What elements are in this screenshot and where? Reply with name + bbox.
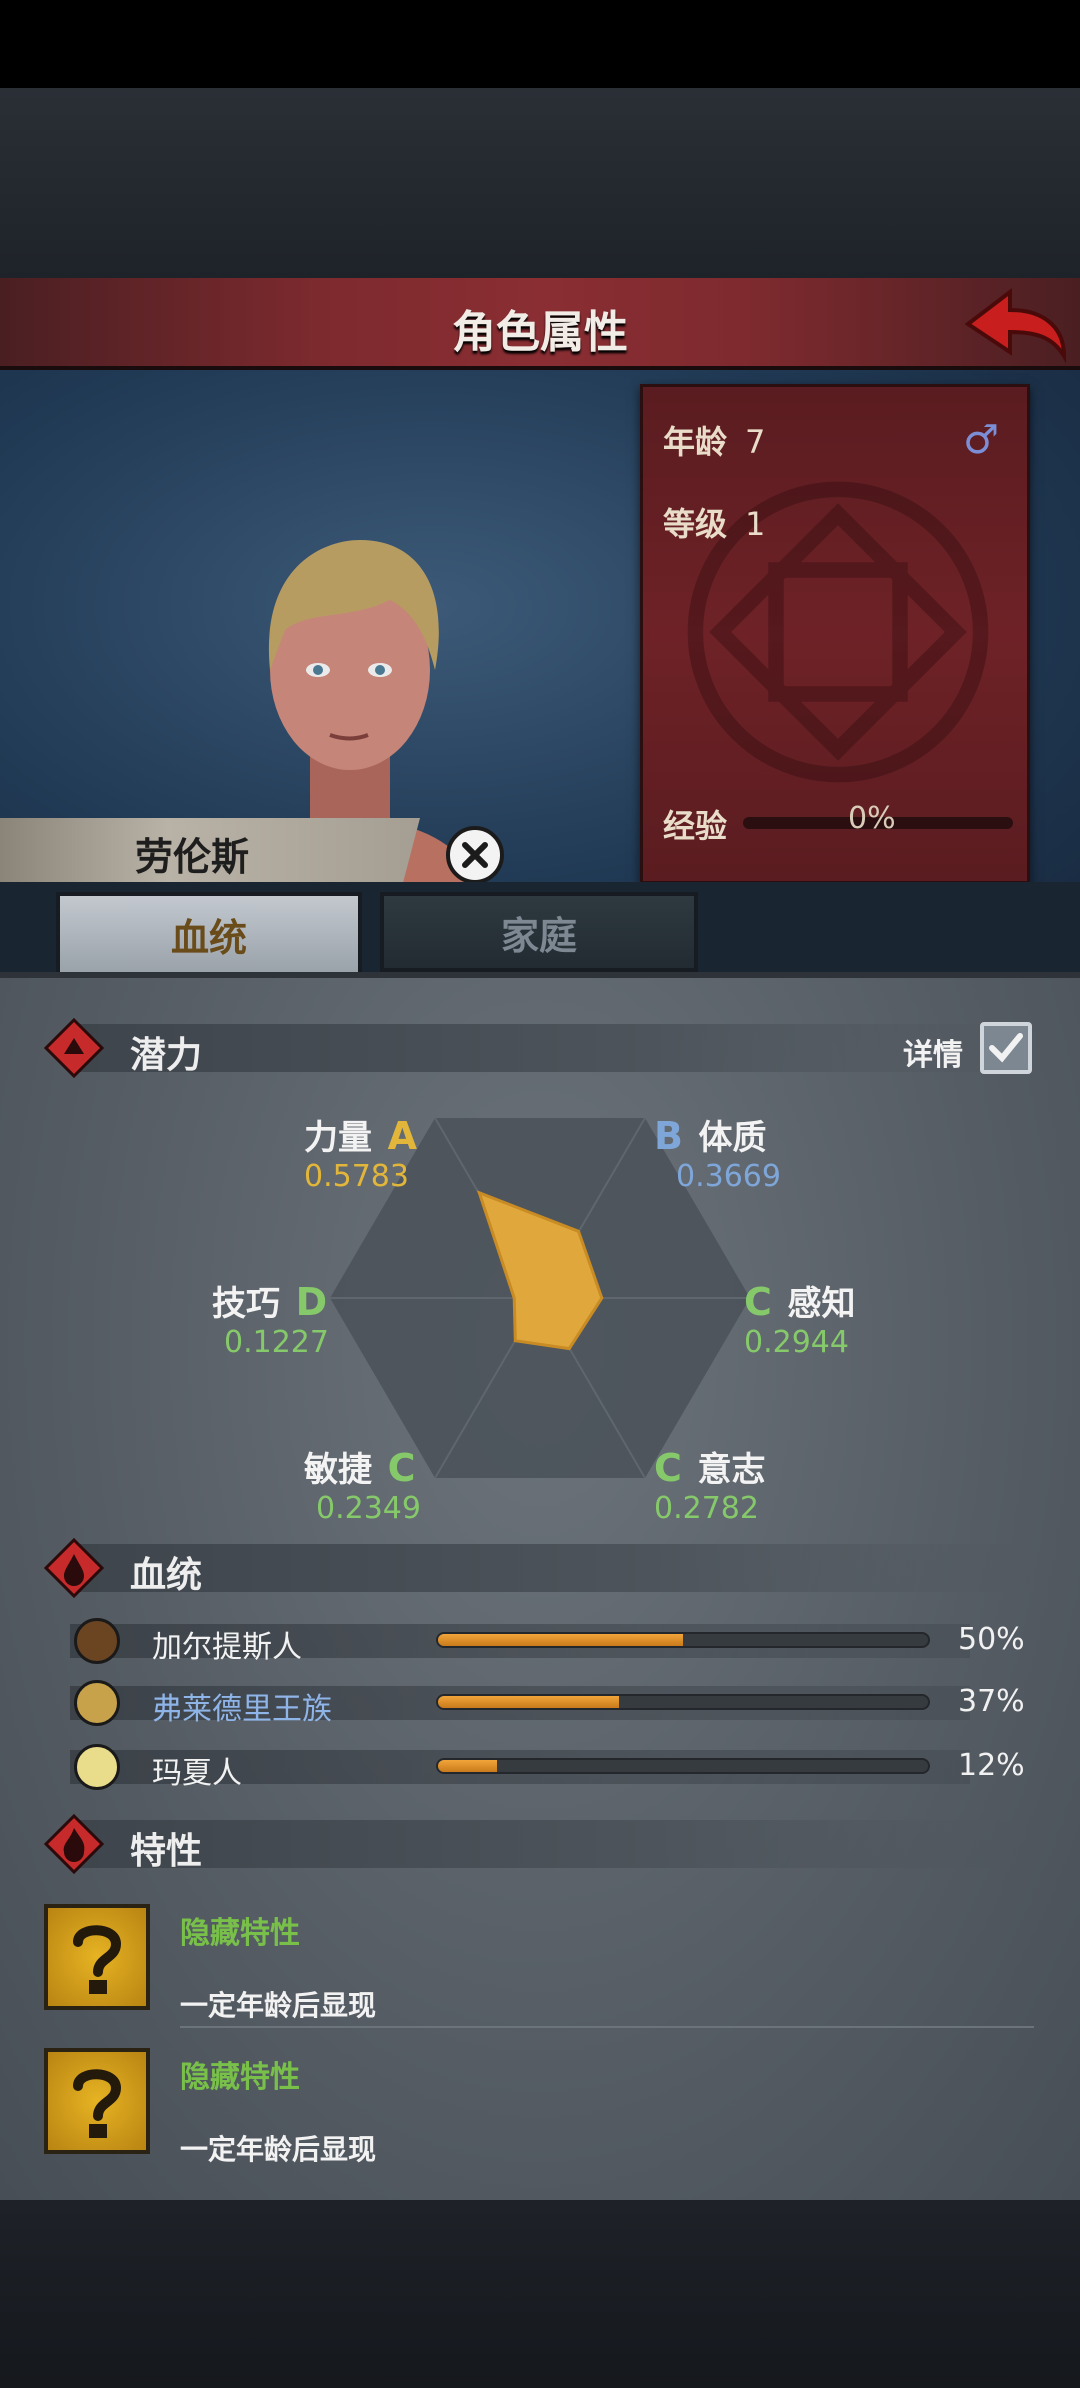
bloodline-section-header: 血统 bbox=[44, 1538, 1034, 1598]
level-value: 1 bbox=[745, 505, 766, 543]
royal-emblem-icon bbox=[74, 1680, 120, 1726]
potential-icon bbox=[44, 1018, 104, 1078]
stat-value: 0.3669 bbox=[676, 1159, 781, 1194]
bloodline-bar-fill bbox=[438, 1696, 620, 1708]
character-name: 劳伦斯 bbox=[135, 835, 250, 879]
stat-will: C 意志 0.2782 bbox=[654, 1442, 765, 1526]
stat-constitution: B 体质 0.3669 bbox=[654, 1110, 781, 1194]
level-row: 等级 1 bbox=[663, 499, 765, 545]
bottom-backdrop bbox=[0, 2200, 1080, 2388]
detail-label: 详情 bbox=[903, 1038, 963, 1073]
exp-label: 经验 bbox=[663, 807, 728, 845]
stat-grade: B bbox=[654, 1114, 683, 1158]
trait-item[interactable]: 隐藏特性 一定年龄后显现 bbox=[44, 1904, 1034, 2034]
bloodline-bar-fill bbox=[438, 1760, 497, 1772]
male-gender-icon: ♂ bbox=[963, 417, 999, 463]
traits-section-header: 特性 bbox=[44, 1814, 1034, 1874]
bloodline-percent: 12% bbox=[958, 1748, 1025, 1783]
stat-value: 0.1227 bbox=[224, 1325, 329, 1360]
age-row: 年龄 7 bbox=[663, 417, 765, 463]
bloodline-bar-fill bbox=[438, 1634, 683, 1646]
blood-drop-icon bbox=[44, 1538, 104, 1598]
stat-name: 敏捷 bbox=[304, 1450, 372, 1490]
top-backdrop bbox=[0, 88, 1080, 278]
stat-name: 体质 bbox=[698, 1118, 767, 1158]
stat-name: 意志 bbox=[697, 1450, 766, 1490]
flame-icon bbox=[44, 1814, 104, 1874]
back-arrow-icon[interactable] bbox=[960, 284, 1070, 368]
stat-name: 感知 bbox=[787, 1284, 856, 1324]
bloodline-title: 血统 bbox=[130, 1555, 203, 1596]
bloodline-name: 弗莱德里王族 bbox=[152, 1692, 332, 1727]
status-bar bbox=[0, 0, 1080, 88]
page-title: 角色属性 bbox=[452, 307, 628, 358]
unknown-trait-icon bbox=[44, 2048, 150, 2154]
galtis-emblem-icon bbox=[74, 1618, 120, 1664]
character-info-panel: 年龄 7 ♂ 等级 1 经验 0% bbox=[640, 384, 1030, 884]
masha-cross-icon bbox=[74, 1744, 120, 1790]
bloodline-bar bbox=[436, 1632, 930, 1648]
bloodline-percent: 37% bbox=[958, 1684, 1025, 1719]
stat-name: 技巧 bbox=[212, 1284, 280, 1324]
trait-name: 隐藏特性 bbox=[180, 2060, 300, 2095]
bloodline-name: 加尔提斯人 bbox=[152, 1630, 302, 1665]
stat-grade: D bbox=[295, 1280, 328, 1324]
age-value: 7 bbox=[745, 423, 766, 461]
level-label: 等级 bbox=[663, 505, 728, 543]
traits-title: 特性 bbox=[130, 1831, 203, 1872]
stat-agility: 敏捷 C 0.2349 bbox=[304, 1442, 421, 1526]
potential-section-header: 潜力 bbox=[44, 1018, 1034, 1078]
stat-grade: C bbox=[387, 1446, 416, 1490]
checkmark-icon bbox=[989, 1033, 1023, 1063]
tab-family[interactable]: 家庭 bbox=[380, 892, 698, 972]
stat-grade: C bbox=[654, 1446, 682, 1490]
tab-bloodline[interactable]: 血统 bbox=[56, 892, 362, 972]
tab-bar: 血统 家庭 bbox=[0, 882, 1080, 978]
stat-name: 力量 bbox=[304, 1118, 372, 1158]
question-mark-icon bbox=[73, 1925, 122, 1994]
stat-grade: C bbox=[744, 1280, 772, 1324]
name-plate: 劳伦斯 bbox=[0, 818, 420, 882]
stat-skill: 技巧 D 0.1227 bbox=[212, 1276, 329, 1360]
stat-value: 0.5783 bbox=[304, 1159, 409, 1194]
header: 角色属性 bbox=[0, 278, 1080, 370]
close-button[interactable] bbox=[446, 826, 504, 884]
detail-checkbox[interactable] bbox=[980, 1022, 1032, 1074]
trait-desc: 一定年龄后显现 bbox=[180, 1989, 377, 2022]
question-mark-icon bbox=[73, 2069, 122, 2138]
bloodline-percent: 50% bbox=[958, 1622, 1025, 1657]
potential-title: 潜力 bbox=[130, 1035, 203, 1076]
trait-name: 隐藏特性 bbox=[180, 1916, 300, 1951]
trait-desc: 一定年龄后显现 bbox=[180, 2133, 377, 2166]
trait-item[interactable]: 隐藏特性 一定年龄后显现 bbox=[44, 2048, 1034, 2178]
bloodline-bar bbox=[436, 1694, 930, 1710]
unknown-trait-icon bbox=[44, 1904, 150, 2010]
stat-strength: 力量 A 0.5783 bbox=[304, 1110, 417, 1194]
age-label: 年龄 bbox=[663, 423, 728, 461]
stat-value: 0.2782 bbox=[654, 1491, 759, 1526]
bloodline-name: 玛夏人 bbox=[152, 1756, 242, 1791]
close-icon bbox=[462, 842, 488, 868]
exp-percent: 0% bbox=[848, 801, 896, 836]
stat-grade: A bbox=[387, 1114, 417, 1158]
stat-perception: C 感知 0.2944 bbox=[744, 1276, 855, 1360]
stat-value: 0.2349 bbox=[316, 1491, 421, 1526]
stat-value: 0.2944 bbox=[744, 1325, 849, 1360]
bloodline-bar bbox=[436, 1758, 930, 1774]
